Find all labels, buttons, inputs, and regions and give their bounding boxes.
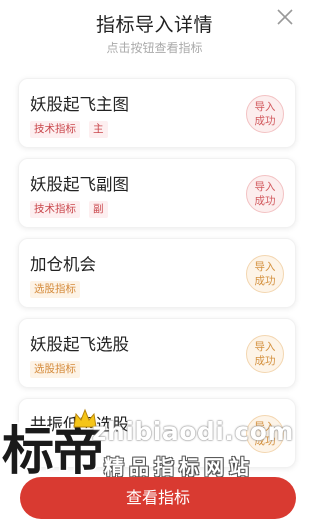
import-success-badge: 导入成功 (246, 415, 284, 453)
view-indicators-button[interactable]: 查看指标 (20, 477, 296, 519)
import-success-badge: 导入成功 (246, 95, 284, 133)
indicator-card[interactable]: 妖股起飞选股 选股指标 导入成功 (18, 318, 296, 388)
indicator-position-tag: 副 (89, 201, 108, 218)
dialog-subtitle: 点击按钮查看指标 (106, 41, 203, 55)
indicator-card[interactable]: 加仓机会 选股指标 导入成功 (18, 238, 296, 308)
indicator-name: 共振低吸选股 (30, 415, 129, 434)
dialog-title: 指标导入详情 (95, 14, 213, 36)
close-icon[interactable] (275, 7, 295, 27)
indicator-type-tag: 技术指标 (30, 201, 80, 218)
import-success-badge: 导入成功 (246, 255, 284, 293)
import-success-badge: 导入成功 (246, 335, 284, 373)
indicator-position-tag: 主 (89, 121, 108, 138)
dialog-header: 指标导入详情 点击按钮查看指标 (0, 0, 309, 62)
indicator-name: 妖股起飞主图 (30, 95, 129, 114)
indicator-name: 妖股起飞副图 (30, 175, 129, 194)
indicator-card[interactable]: 妖股起飞主图 技术指标 主 导入成功 (18, 78, 296, 148)
import-success-badge: 导入成功 (246, 175, 284, 213)
indicator-type-tag: 选股指标 (30, 281, 80, 298)
indicator-type-tag: 技术指标 (30, 121, 80, 138)
indicator-name: 加仓机会 (30, 255, 96, 274)
indicator-type-tag: 选股指标 (30, 361, 80, 378)
indicator-name: 妖股起飞选股 (30, 335, 129, 354)
indicator-card[interactable]: 共振低吸选股 导入成功 (18, 398, 296, 468)
indicator-card[interactable]: 妖股起飞副图 技术指标 副 导入成功 (18, 158, 296, 228)
